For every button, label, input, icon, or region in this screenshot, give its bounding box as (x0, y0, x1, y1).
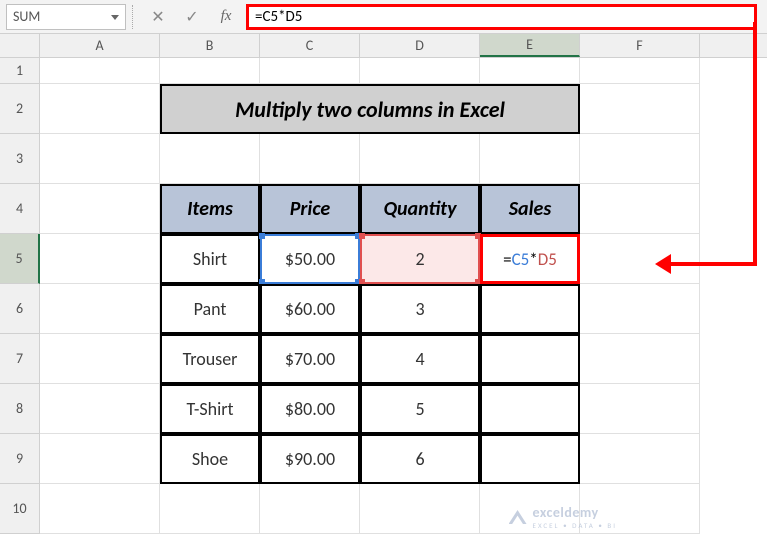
row-header-7[interactable]: 7 (0, 334, 40, 384)
cell[interactable] (40, 284, 160, 334)
cell-item[interactable]: Pant (160, 284, 260, 334)
cell-item[interactable]: T-Shirt (160, 384, 260, 434)
cell[interactable] (160, 134, 260, 184)
cell-qty[interactable]: 6 (360, 434, 480, 484)
spreadsheet-grid: A B C D E F 1 2 3 4 5 6 7 8 9 10 Multipl… (0, 34, 767, 534)
active-cell[interactable]: =C5*D5 (480, 234, 580, 284)
cell-item[interactable]: Trouser (160, 334, 260, 384)
watermark-tagline: EXCEL • DATA • BI (533, 521, 617, 530)
cell-price[interactable]: $60.00 (260, 284, 360, 334)
cell-price-ref[interactable]: $50.00 (260, 234, 360, 284)
cell[interactable] (260, 134, 360, 184)
col-header-c[interactable]: C (260, 34, 360, 57)
cell[interactable] (260, 58, 360, 84)
cancel-icon[interactable]: ✕ (144, 4, 172, 30)
cell-sales[interactable] (480, 334, 580, 384)
row-header-2[interactable]: 2 (0, 84, 40, 134)
cell[interactable] (480, 134, 580, 184)
cell-item[interactable]: Shoe (160, 434, 260, 484)
cell[interactable] (260, 484, 360, 534)
cell[interactable] (580, 58, 700, 84)
col-header-b[interactable]: B (160, 34, 260, 57)
col-header-e[interactable]: E (480, 34, 580, 57)
title-cell[interactable]: Multiply two columns in Excel (160, 84, 580, 134)
row-header-8[interactable]: 8 (0, 384, 40, 434)
cell-qty[interactable]: 5 (360, 384, 480, 434)
cell[interactable] (580, 84, 700, 134)
cell[interactable] (40, 334, 160, 384)
row-header-4[interactable]: 4 (0, 184, 40, 234)
cell-item[interactable]: Shirt (160, 234, 260, 284)
col-header-f[interactable]: F (580, 34, 700, 57)
cell[interactable] (40, 184, 160, 234)
select-all-corner[interactable] (0, 34, 40, 58)
name-box[interactable]: SUM (6, 4, 126, 30)
cell[interactable] (360, 484, 480, 534)
cell[interactable] (580, 434, 700, 484)
enter-icon[interactable]: ✓ (178, 4, 206, 30)
cell[interactable] (580, 334, 700, 384)
cell[interactable] (40, 58, 160, 84)
col-header-d[interactable]: D (360, 34, 480, 57)
cell[interactable] (40, 434, 160, 484)
cell[interactable] (40, 484, 160, 534)
cell[interactable] (580, 384, 700, 434)
cell[interactable] (360, 58, 480, 84)
cell[interactable] (160, 484, 260, 534)
cell-value: 2 (415, 248, 424, 270)
cell[interactable] (580, 234, 700, 284)
header-sales[interactable]: Sales (480, 184, 580, 234)
cell-price[interactable]: $90.00 (260, 434, 360, 484)
cell[interactable] (40, 134, 160, 184)
col-header-a[interactable]: A (40, 34, 160, 57)
header-price[interactable]: Price (260, 184, 360, 234)
separator (132, 5, 138, 29)
cell[interactable] (360, 134, 480, 184)
cell[interactable] (480, 58, 580, 84)
formula-bar: SUM ✕ ✓ fx =C5*D5 (0, 0, 767, 34)
row-header-1[interactable]: 1 (0, 58, 40, 84)
row-header-6[interactable]: 6 (0, 284, 40, 334)
cell-sales[interactable] (480, 384, 580, 434)
row-headers: 1 2 3 4 5 6 7 8 9 10 (0, 58, 40, 534)
cell[interactable] (40, 234, 160, 284)
watermark: exceldemy EXCEL • DATA • BI (509, 504, 617, 530)
header-items[interactable]: Items (160, 184, 260, 234)
row-header-3[interactable]: 3 (0, 134, 40, 184)
row-header-10[interactable]: 10 (0, 484, 40, 534)
watermark-brand: exceldemy (533, 504, 599, 521)
column-headers: A B C D E F (0, 34, 767, 58)
cell[interactable] (580, 184, 700, 234)
fx-icon[interactable]: fx (212, 4, 240, 30)
cell[interactable] (40, 84, 160, 134)
cell-value: $50.00 (285, 248, 335, 270)
cell-qty[interactable]: 3 (360, 284, 480, 334)
cell[interactable] (580, 284, 700, 334)
row-header-5[interactable]: 5 (0, 234, 40, 284)
cell[interactable] (40, 384, 160, 434)
cell[interactable] (160, 58, 260, 84)
header-quantity[interactable]: Quantity (360, 184, 480, 234)
row-header-9[interactable]: 9 (0, 434, 40, 484)
watermark-icon (509, 510, 527, 524)
cell-price[interactable]: $70.00 (260, 334, 360, 384)
cell[interactable] (580, 134, 700, 184)
cell-sales[interactable] (480, 284, 580, 334)
formula-input[interactable]: =C5*D5 (246, 4, 757, 30)
cell-qty-ref[interactable]: 2 (360, 234, 480, 284)
cell-price[interactable]: $80.00 (260, 384, 360, 434)
cell-sales[interactable] (480, 434, 580, 484)
cell-qty[interactable]: 4 (360, 334, 480, 384)
